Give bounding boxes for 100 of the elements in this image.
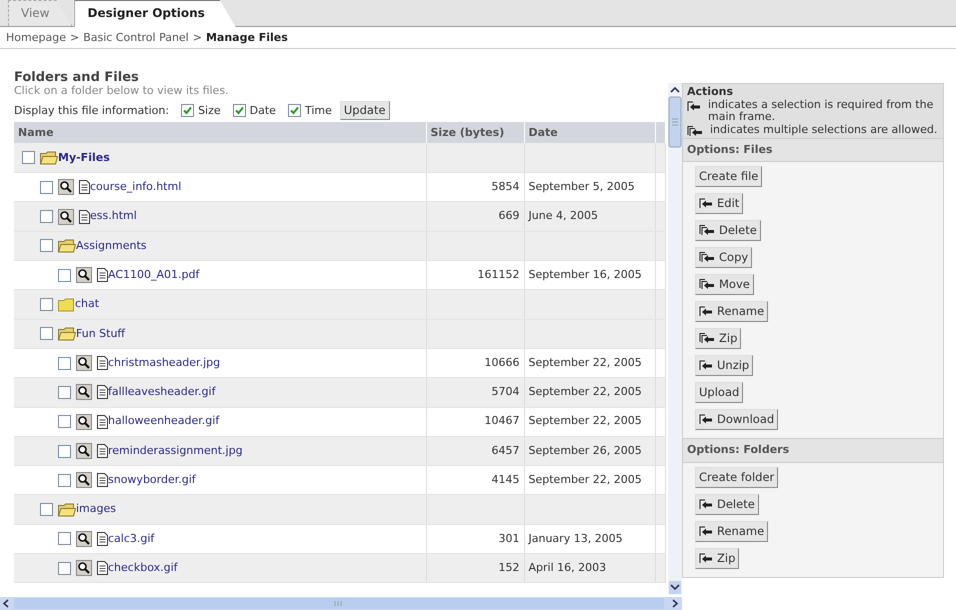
magnifier-icon[interactable]	[76, 414, 92, 430]
row-checkbox[interactable]	[58, 444, 71, 458]
file-link[interactable]: AC1100_A01.pdf	[108, 266, 200, 284]
file-link[interactable]: snowyborder.gif	[108, 472, 196, 489]
file-date: September 22, 2005	[528, 473, 642, 486]
file-link[interactable]: fallleavesheader.gif	[108, 384, 216, 401]
document-icon	[97, 532, 108, 546]
selection-arrow-icon	[699, 414, 713, 426]
checkbox-label: Date	[250, 102, 276, 119]
action-button[interactable]: Download	[695, 409, 778, 430]
breadcrumb-link[interactable]: Homepage	[6, 30, 66, 45]
multi-selection-arrow-icon	[699, 225, 715, 236]
panel-title: Folders and Files	[14, 71, 140, 86]
file-size: 152	[498, 560, 520, 574]
row-checkbox[interactable]	[40, 210, 53, 224]
magnifier-icon[interactable]	[76, 443, 92, 459]
checkbox-label: Size	[198, 102, 221, 119]
magnifier-icon[interactable]	[58, 208, 74, 225]
column-header[interactable]: Size (bytes)	[426, 122, 524, 144]
magnifier-icon[interactable]	[76, 384, 92, 400]
legend-text: indicates a selection is required from the main frame.	[708, 98, 934, 124]
document-icon	[97, 414, 108, 429]
file-date: September 26, 2005	[528, 444, 642, 457]
section-header: Options: Files	[683, 138, 943, 162]
action-button[interactable]: Upload	[695, 382, 744, 404]
document-icon	[97, 356, 108, 370]
row-checkbox[interactable]	[22, 151, 35, 164]
tab[interactable]: Designer Options	[74, 0, 236, 27]
action-button[interactable]: Delete	[695, 220, 761, 242]
section-header: Options: Folders	[683, 438, 943, 463]
action-button[interactable]: Create folder	[695, 466, 778, 488]
action-button[interactable]: Zip	[695, 328, 742, 350]
row-checkbox[interactable]	[58, 268, 71, 282]
row-checkbox[interactable]	[58, 474, 71, 487]
action-button[interactable]: Unzip	[695, 355, 754, 376]
row-checkbox[interactable]	[58, 562, 71, 575]
display-checkbox[interactable]	[181, 104, 194, 118]
folder-link[interactable]: Assignments	[76, 238, 146, 254]
file-link[interactable]: halloweenheader.gif	[108, 413, 220, 430]
file-size: 10666	[484, 356, 520, 369]
magnifier-icon[interactable]	[76, 530, 92, 547]
update-button[interactable]: Update	[340, 101, 390, 120]
column-header[interactable]: Name	[14, 122, 426, 144]
magnifier-icon[interactable]	[76, 560, 92, 576]
file-date: April 16, 2003	[528, 560, 606, 574]
selection-arrow-icon	[699, 306, 713, 318]
action-button[interactable]: Create file	[695, 166, 762, 188]
action-button[interactable]: Copy	[695, 247, 752, 268]
row-checkbox[interactable]	[58, 386, 71, 399]
selection-arrow-icon	[699, 552, 713, 564]
row-checkbox[interactable]	[58, 532, 71, 546]
file-link[interactable]: calc3.gif	[108, 530, 154, 548]
file-link[interactable]: reminderassignment.jpg	[108, 442, 243, 460]
row-checkbox[interactable]	[40, 180, 53, 194]
multi-selection-arrow-icon	[699, 279, 715, 290]
file-link[interactable]: christmasheader.jpg	[108, 354, 220, 372]
file-size: 10467	[484, 414, 520, 428]
folder-link[interactable]: My-Files	[58, 150, 110, 166]
multi-selection-arrow-icon	[687, 126, 703, 137]
breadcrumb-link[interactable]: Basic Control Panel	[83, 30, 189, 45]
action-button[interactable]: Delete	[695, 494, 759, 515]
action-button[interactable]: Rename	[695, 520, 768, 542]
breadcrumb-separator: >	[70, 30, 80, 45]
display-checkbox[interactable]	[288, 104, 301, 118]
tab[interactable]: View	[8, 0, 72, 26]
document-icon	[97, 444, 108, 458]
magnifier-icon[interactable]	[76, 472, 92, 488]
selection-arrow-icon	[699, 498, 713, 510]
action-button[interactable]: Zip	[695, 548, 740, 569]
magnifier-icon[interactable]	[58, 179, 74, 196]
folder-link[interactable]: chat	[75, 296, 100, 313]
folder-link[interactable]: Fun Stuff	[76, 326, 126, 342]
file-size: 4145	[492, 473, 520, 486]
action-button[interactable]: Rename	[695, 301, 768, 322]
file-link[interactable]: ess.html	[90, 208, 137, 225]
file-date: January 13, 2005	[528, 532, 623, 545]
selection-arrow-icon	[699, 360, 713, 372]
display-checkbox[interactable]	[232, 104, 246, 118]
document-icon	[79, 180, 90, 194]
actions-title: Actions	[687, 86, 734, 99]
column-header[interactable]: Date	[524, 122, 656, 144]
row-checkbox[interactable]	[40, 298, 53, 312]
magnifier-icon[interactable]	[76, 355, 92, 372]
multi-selection-arrow-icon	[699, 252, 715, 264]
folder-link[interactable]: images	[76, 501, 116, 518]
file-link[interactable]: checkbox.gif	[108, 560, 178, 576]
file-link[interactable]: course_info.html	[90, 179, 182, 196]
panel-subtitle: Click on a folder below to view its files.	[14, 85, 230, 98]
magnifier-icon[interactable]	[76, 267, 92, 284]
display-options-label: Display this file information:	[14, 102, 170, 119]
file-date: September 22, 2005	[528, 414, 642, 428]
action-button[interactable]: Move	[695, 274, 754, 296]
action-button[interactable]: Edit	[695, 193, 744, 214]
file-size: 5854	[492, 180, 520, 194]
row-checkbox[interactable]	[58, 356, 71, 370]
row-checkbox[interactable]	[40, 327, 53, 340]
document-icon	[79, 210, 90, 224]
row-checkbox[interactable]	[40, 503, 53, 516]
row-checkbox[interactable]	[40, 239, 53, 252]
row-checkbox[interactable]	[58, 415, 71, 428]
